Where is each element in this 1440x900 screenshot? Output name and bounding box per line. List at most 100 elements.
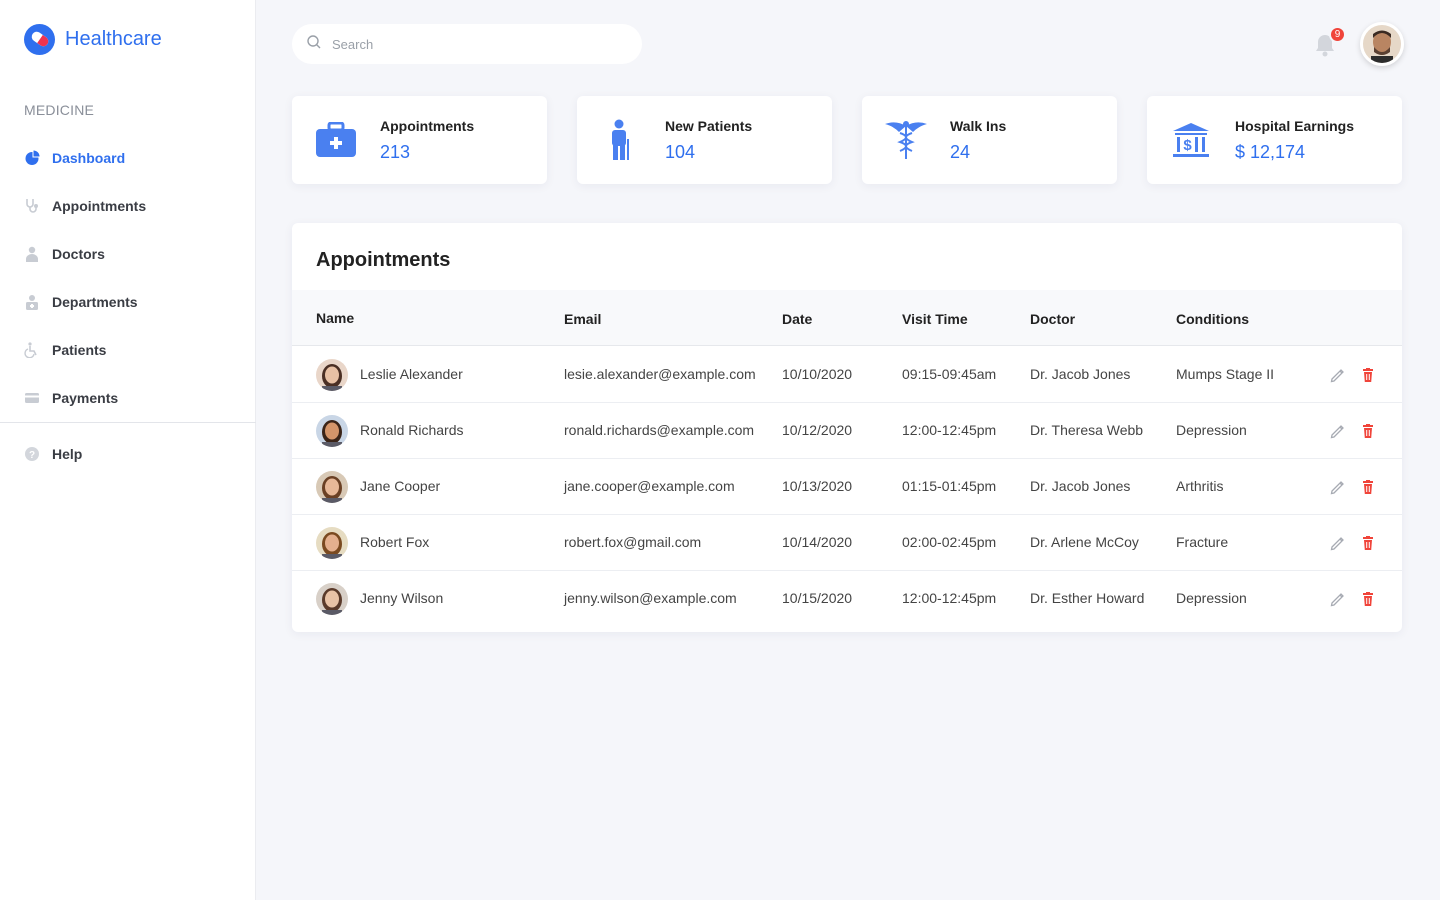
- stat-value: 213: [380, 142, 411, 162]
- sidebar-item-dashboard[interactable]: Dashboard: [0, 134, 256, 182]
- table-header: Name Email Date Visit Time Doctor Condit…: [292, 290, 1402, 346]
- cell-email: ronald.richards@example.com: [564, 422, 755, 438]
- department-icon: [24, 294, 40, 310]
- sidebar-item-doctors[interactable]: Doctors: [0, 230, 256, 278]
- sidebar-item-label: Payments: [52, 390, 119, 406]
- cell-date: 10/14/2020: [782, 534, 853, 550]
- cell-name: Ronald Richards: [360, 422, 464, 438]
- doctor-icon: [24, 246, 40, 262]
- cell-visit-time: 09:15-09:45am: [902, 366, 997, 382]
- column-date[interactable]: Date: [782, 311, 812, 327]
- column-conditions[interactable]: Conditions: [1176, 311, 1249, 327]
- table-row[interactable]: Jenny Wilson jenny.wilson@example.com 10/1…: [292, 571, 1402, 627]
- delete-trash-icon[interactable]: [1358, 477, 1378, 497]
- delete-trash-icon[interactable]: [1358, 365, 1378, 385]
- cell-condition: Depression: [1176, 422, 1247, 438]
- sidebar-item-departments[interactable]: Departments: [0, 278, 256, 326]
- stat-card-hospital-earnings[interactable]: $ Hospital Earnings $ 12,174: [1147, 96, 1402, 184]
- edit-pencil-icon[interactable]: [1328, 365, 1348, 385]
- stethoscope-icon: [24, 198, 40, 214]
- cell-visit-time: 01:15-01:45pm: [902, 478, 997, 494]
- sidebar-item-label: Appointments: [52, 198, 147, 214]
- cell-condition: Fracture: [1176, 534, 1229, 550]
- search-bar[interactable]: [292, 24, 642, 64]
- table-row[interactable]: Jane Cooper jane.cooper@example.com 10/13/…: [292, 459, 1402, 515]
- patient-avatar: [316, 583, 348, 615]
- notification-badge: 9: [1329, 26, 1346, 43]
- stat-title: Walk Ins: [950, 118, 1007, 134]
- cell-visit-time: 12:00-12:45pm: [902, 590, 997, 606]
- svg-text:$: $: [1183, 137, 1192, 154]
- cell-name: Jane Cooper: [360, 478, 441, 494]
- stats-row: Appointments 213 New Patients 104 Walk I…: [292, 96, 1402, 184]
- pie-chart-icon: [24, 150, 40, 166]
- sidebar-divider: [0, 422, 256, 423]
- table-row[interactable]: Robert Fox robert.fox@gmail.com 10/14/2020…: [292, 515, 1402, 571]
- edit-pencil-icon[interactable]: [1328, 589, 1348, 609]
- cell-visit-time: 02:00-02:45pm: [902, 534, 997, 550]
- stat-card-appointments[interactable]: Appointments 213: [292, 96, 547, 184]
- cell-email: jenny.wilson@example.com: [564, 590, 737, 606]
- edit-pencil-icon[interactable]: [1328, 477, 1348, 497]
- stat-title: New Patients: [665, 118, 753, 134]
- cell-visit-time: 12:00-12:45pm: [902, 422, 997, 438]
- cell-condition: Depression: [1176, 590, 1247, 606]
- search-input[interactable]: [332, 36, 612, 52]
- column-name[interactable]: Name: [316, 310, 354, 326]
- stat-value: $ 12,174: [1235, 142, 1306, 162]
- patient-icon: [599, 118, 643, 162]
- edit-pencil-icon[interactable]: [1328, 533, 1348, 553]
- bank-icon: $: [1169, 118, 1213, 162]
- caduceus-icon: [884, 118, 928, 162]
- brand-name: Healthcare: [65, 28, 162, 50]
- table-row[interactable]: Leslie Alexander lesie.alexander@example.…: [292, 347, 1402, 403]
- medical-kit-icon: [314, 118, 358, 162]
- panel-title: Appointments: [316, 249, 451, 271]
- cell-date: 10/15/2020: [782, 590, 853, 606]
- sidebar-item-patients[interactable]: Patients: [0, 326, 256, 374]
- cell-doctor: Dr. Esther Howard: [1030, 590, 1145, 606]
- brand[interactable]: Healthcare: [24, 24, 162, 55]
- column-email[interactable]: Email: [564, 311, 601, 327]
- cell-email: robert.fox@gmail.com: [564, 534, 702, 550]
- column-doctor[interactable]: Doctor: [1030, 311, 1075, 327]
- sidebar-item-label: Doctors: [52, 246, 105, 262]
- patient-avatar: [316, 359, 348, 391]
- delete-trash-icon[interactable]: [1358, 421, 1378, 441]
- cell-condition: Mumps Stage II: [1176, 366, 1275, 382]
- svg-text:?: ?: [29, 450, 35, 461]
- cell-condition: Arthritis: [1176, 478, 1224, 494]
- cell-date: 10/12/2020: [782, 422, 853, 438]
- sidebar-item-help[interactable]: ? Help: [0, 430, 256, 478]
- cell-name: Leslie Alexander: [360, 366, 463, 382]
- column-visit-time[interactable]: Visit Time: [902, 311, 968, 327]
- cell-doctor: Dr. Jacob Jones: [1030, 366, 1131, 382]
- stat-title: Appointments: [380, 118, 475, 134]
- stat-card-new-patients[interactable]: New Patients 104: [577, 96, 832, 184]
- cell-email: lesie.alexander@example.com: [564, 366, 756, 382]
- cell-name: Jenny Wilson: [360, 590, 444, 606]
- sidebar-nav: Dashboard Appointments Doctors Departmen…: [0, 134, 256, 422]
- stat-title: Hospital Earnings: [1235, 118, 1355, 134]
- stat-card-walk-ins[interactable]: Walk Ins 24: [862, 96, 1117, 184]
- cell-name: Robert Fox: [360, 534, 430, 550]
- patient-avatar: [316, 471, 348, 503]
- cell-doctor: Dr. Arlene McCoy: [1030, 534, 1139, 550]
- appointments-panel: Appointments Name Email Date Visit Time …: [292, 223, 1402, 632]
- pill-logo-icon: [24, 24, 55, 55]
- user-avatar[interactable]: [1360, 22, 1404, 66]
- sidebar-item-appointments[interactable]: Appointments: [0, 182, 256, 230]
- cell-doctor: Dr. Jacob Jones: [1030, 478, 1131, 494]
- sidebar-item-payments[interactable]: Payments: [0, 374, 256, 422]
- cell-date: 10/10/2020: [782, 366, 853, 382]
- sidebar-item-label: Help: [52, 446, 83, 462]
- table-row[interactable]: Ronald Richards ronald.richards@example.c…: [292, 403, 1402, 459]
- patient-avatar: [316, 415, 348, 447]
- edit-pencil-icon[interactable]: [1328, 421, 1348, 441]
- search-icon: [306, 34, 322, 55]
- delete-trash-icon[interactable]: [1358, 589, 1378, 609]
- section-label: MEDICINE: [24, 102, 95, 118]
- delete-trash-icon[interactable]: [1358, 533, 1378, 553]
- sidebar-item-label: Departments: [52, 294, 138, 310]
- patient-avatar: [316, 527, 348, 559]
